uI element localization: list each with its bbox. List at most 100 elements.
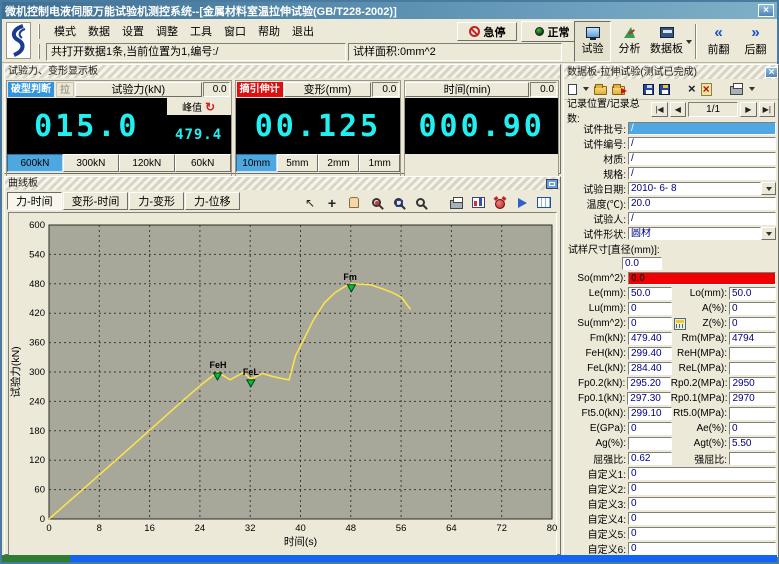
- field-input[interactable]: 5.50: [729, 437, 776, 450]
- print-icon[interactable]: [730, 86, 743, 95]
- field-input[interactable]: /: [628, 212, 776, 225]
- export-icon[interactable]: [612, 86, 625, 95]
- field-input[interactable]: 0: [628, 497, 776, 510]
- pan-icon[interactable]: +: [324, 195, 340, 210]
- data-grid-icon[interactable]: [536, 195, 552, 210]
- clear-icon[interactable]: ×: [701, 83, 712, 96]
- field-input[interactable]: 0: [628, 482, 776, 495]
- dropdown-arrow-icon[interactable]: [686, 40, 692, 44]
- break-detect-badge[interactable]: 破型判断: [8, 82, 54, 97]
- field-input[interactable]: [729, 452, 776, 465]
- field-input[interactable]: [729, 407, 776, 420]
- pull-badge[interactable]: 拉: [56, 82, 74, 97]
- hand-icon[interactable]: [346, 195, 362, 210]
- delete-icon[interactable]: ×: [688, 83, 696, 95]
- nav-button-试验[interactable]: 试验: [574, 21, 611, 62]
- field-input[interactable]: /: [628, 152, 776, 165]
- dropdown-arrow-icon[interactable]: [583, 87, 589, 91]
- field-input[interactable]: 2950: [729, 377, 776, 390]
- field-input[interactable]: 284.40: [628, 362, 672, 375]
- field-input[interactable]: 0: [628, 302, 672, 315]
- dropdown-arrow-icon[interactable]: [749, 87, 755, 91]
- field-input[interactable]: 295.20: [627, 377, 671, 390]
- field-input[interactable]: /: [628, 167, 776, 180]
- force-range-300kN[interactable]: 300kN: [63, 154, 119, 172]
- calculator-icon[interactable]: [674, 318, 686, 330]
- field-input[interactable]: 0: [729, 317, 776, 330]
- marker-icon[interactable]: [514, 195, 530, 210]
- zoom-in-icon[interactable]: [368, 195, 384, 210]
- menu-item-3[interactable]: 设置: [122, 23, 144, 39]
- nav-button-前翻[interactable]: «前翻: [700, 21, 737, 62]
- force-range-600kN[interactable]: 600kN: [7, 154, 63, 172]
- open-icon[interactable]: [594, 86, 607, 95]
- record-prev-button[interactable]: ◀: [670, 102, 686, 117]
- tab-力-位移[interactable]: 力-位移: [185, 192, 240, 210]
- dropdown-arrow-icon[interactable]: [761, 227, 776, 240]
- force-range-120kN[interactable]: 120kN: [119, 154, 175, 172]
- dropdown-arrow-icon[interactable]: [761, 182, 776, 195]
- field-input[interactable]: 0.0: [628, 272, 776, 285]
- deform-range-2mm[interactable]: 2mm: [318, 154, 359, 172]
- menu-item-8[interactable]: 退出: [292, 23, 314, 39]
- field-input[interactable]: 50.0: [628, 287, 672, 300]
- field-input[interactable]: 0: [628, 422, 672, 435]
- field-input[interactable]: 0: [628, 542, 776, 555]
- deform-range-10mm[interactable]: 10mm: [236, 154, 277, 172]
- tab-力-时间[interactable]: 力-时间: [7, 192, 62, 210]
- menu-item-6[interactable]: 窗口: [224, 23, 246, 39]
- field-input[interactable]: 299.10: [628, 407, 672, 420]
- diameter-input[interactable]: 0.0: [622, 257, 662, 270]
- field-input[interactable]: 479.40: [628, 332, 672, 345]
- record-last-button[interactable]: ▶|: [759, 102, 775, 117]
- field-input[interactable]: 0.62: [628, 452, 672, 465]
- field-input[interactable]: /: [628, 122, 776, 135]
- cursor-icon[interactable]: ↖: [302, 195, 318, 210]
- menu-item-4[interactable]: 调整: [156, 23, 178, 39]
- record-first-button[interactable]: |◀: [651, 102, 667, 117]
- emergency-stop-button[interactable]: 急停: [457, 22, 517, 41]
- print-icon[interactable]: [448, 195, 464, 210]
- field-input[interactable]: /: [628, 137, 776, 150]
- field-input[interactable]: 0: [628, 527, 776, 540]
- zoom-icon[interactable]: [412, 195, 428, 210]
- record-next-button[interactable]: ▶: [740, 102, 756, 117]
- data-panel-close-icon[interactable]: ×: [765, 67, 778, 78]
- field-input[interactable]: 0: [729, 422, 776, 435]
- deform-range-1mm[interactable]: 1mm: [359, 154, 400, 172]
- menu-item-2[interactable]: 数据: [88, 23, 110, 39]
- zoom-window-icon[interactable]: [390, 195, 406, 210]
- field-input[interactable]: 0: [628, 467, 776, 480]
- field-input[interactable]: 297.30: [627, 392, 671, 405]
- nav-button-数据板[interactable]: 数据板: [648, 21, 685, 62]
- tab-力-变形[interactable]: 力-变形: [129, 192, 184, 210]
- field-input[interactable]: [729, 347, 776, 360]
- field-input[interactable]: 20.0: [628, 197, 776, 210]
- new-icon[interactable]: [568, 84, 577, 95]
- field-input[interactable]: 圆材: [628, 227, 761, 240]
- field-input[interactable]: 2010- 6- 8: [628, 182, 761, 195]
- close-icon[interactable]: ×: [758, 4, 774, 17]
- deform-range-5mm[interactable]: 5mm: [277, 154, 318, 172]
- menu-item-1[interactable]: 模式: [54, 23, 76, 39]
- nav-button-分析[interactable]: 分析: [611, 21, 648, 62]
- peak-reset-icon[interactable]: ↻: [205, 102, 215, 112]
- field-input[interactable]: 4794: [729, 332, 776, 345]
- field-input[interactable]: 0: [628, 512, 776, 525]
- save-as-icon[interactable]: [659, 84, 670, 95]
- field-input[interactable]: 0: [628, 317, 672, 330]
- field-input[interactable]: 0: [729, 302, 776, 315]
- extensometer-badge[interactable]: 摘引伸计: [237, 82, 283, 97]
- menu-item-5[interactable]: 工具: [190, 23, 212, 39]
- field-input[interactable]: [628, 437, 672, 450]
- field-input[interactable]: [729, 362, 776, 375]
- save-icon[interactable]: [643, 84, 654, 95]
- alarm-icon[interactable]: [492, 195, 508, 210]
- nav-button-后翻[interactable]: »后翻: [737, 21, 774, 62]
- restore-panel-icon[interactable]: [546, 179, 558, 189]
- curve-style-icon[interactable]: [470, 195, 486, 210]
- menu-item-7[interactable]: 帮助: [258, 23, 280, 39]
- field-input[interactable]: 50.0: [729, 287, 776, 300]
- force-range-60kN[interactable]: 60kN: [175, 154, 231, 172]
- field-input[interactable]: 299.40: [628, 347, 672, 360]
